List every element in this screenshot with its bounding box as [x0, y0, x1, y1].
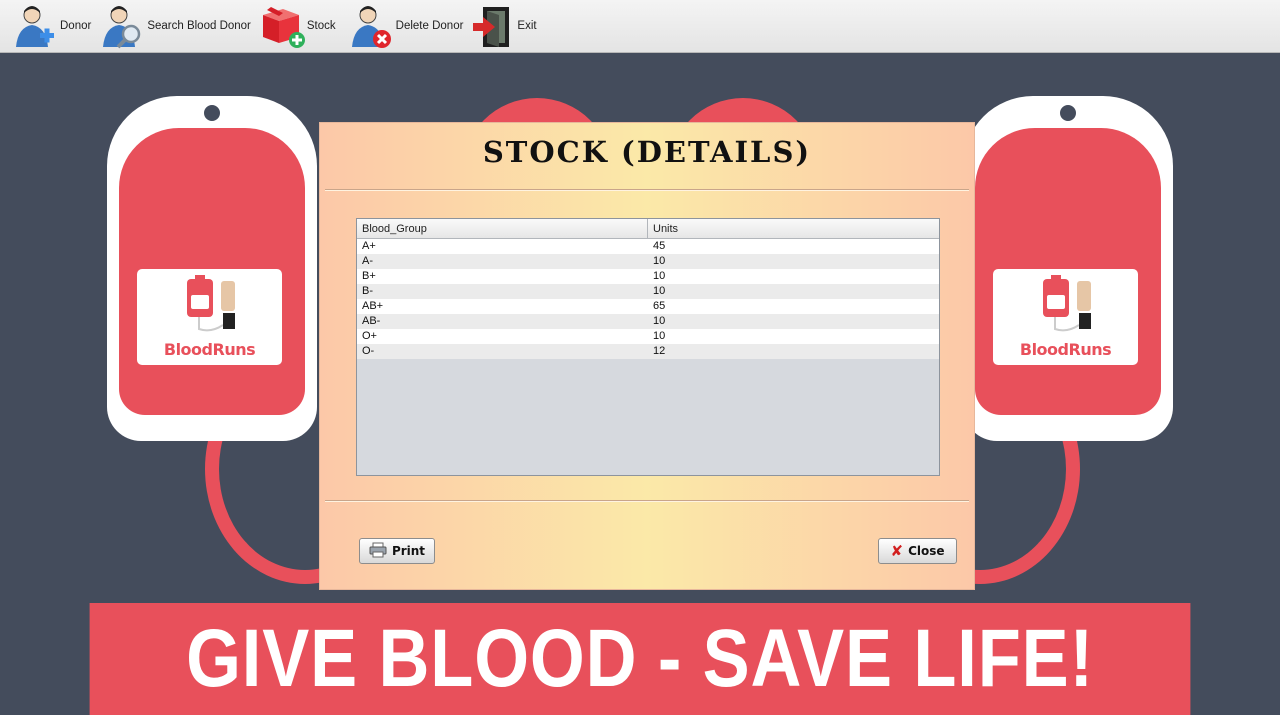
cell-units: 45 [653, 240, 666, 252]
stock-table[interactable]: Blood_Group Units A+ 45 A- 10 B+ 10 B- 10 AB… [356, 218, 940, 476]
close-button[interactable]: ✘ Close [878, 538, 957, 564]
cell-blood-group: O- [362, 345, 375, 357]
exit-label: Exit [517, 20, 537, 32]
search-blood-donor-label: Search Blood Donor [147, 20, 251, 32]
table-body: A+ 45 A- 10 B+ 10 B- 10 AB+ 65 AB- 10 O+ 10 O- 1… [357, 239, 939, 359]
search-user-icon [99, 3, 145, 49]
search-blood-donor-button[interactable]: Search Blood Donor [99, 2, 251, 50]
cell-blood-group: AB- [362, 315, 381, 327]
printer-icon [369, 542, 387, 561]
cell-blood-group: B+ [362, 270, 376, 282]
cell-blood-group: A- [362, 255, 373, 267]
delete-user-icon [348, 3, 394, 49]
exit-door-icon [469, 3, 515, 49]
exit-button[interactable]: Exit [469, 2, 537, 50]
table-row[interactable]: A+ 45 [357, 239, 939, 254]
add-user-icon [12, 3, 58, 49]
close-icon: ✘ [890, 542, 904, 560]
blood-bag-logo-icon [187, 275, 235, 332]
delete-donor-button[interactable]: Delete Donor [348, 2, 464, 50]
slogan-banner: GIVE BLOOD - SAVE LIFE! [89, 603, 1191, 715]
cell-units: 10 [653, 330, 666, 342]
print-label: Print [391, 544, 426, 558]
cell-units: 10 [653, 315, 666, 327]
cell-units: 10 [653, 270, 666, 282]
blood-bag-left: BloodRuns [107, 96, 317, 441]
table-row[interactable]: AB+ 65 [357, 299, 939, 314]
donor-button[interactable]: Donor [12, 2, 91, 50]
top-divider [325, 189, 969, 191]
cell-units: 65 [653, 300, 666, 312]
donor-label: Donor [60, 20, 92, 32]
brand-name: BloodRuns [1019, 340, 1112, 359]
cell-blood-group: B- [362, 285, 373, 297]
table-row[interactable]: O+ 10 [357, 329, 939, 344]
stock-box-icon [259, 3, 305, 49]
print-button[interactable]: Print [359, 538, 435, 564]
brand-name: BloodRuns [163, 340, 256, 359]
stock-details-dialog: STOCK (DETAILS) Blood_Group Units A+ 45 A… [319, 122, 975, 590]
table-row[interactable]: O- 12 [357, 344, 939, 359]
table-row[interactable]: B+ 10 [357, 269, 939, 284]
table-row[interactable]: B- 10 [357, 284, 939, 299]
table-row[interactable]: AB- 10 [357, 314, 939, 329]
cell-blood-group: A+ [362, 240, 376, 252]
table-header: Blood_Group Units [357, 219, 939, 239]
stock-label: Stock [306, 20, 336, 32]
cell-blood-group: AB+ [362, 300, 384, 312]
bag-label: BloodRuns [993, 269, 1138, 365]
column-header-units[interactable]: Units [648, 219, 683, 238]
bottom-divider [325, 500, 969, 502]
blood-bag-logo-icon [1043, 275, 1091, 332]
bag-hanger-hole [201, 102, 223, 124]
cell-units: 10 [653, 285, 666, 297]
bag-hanger-hole [1057, 102, 1079, 124]
stock-button[interactable]: Stock [259, 2, 336, 50]
cell-units: 10 [653, 255, 666, 267]
delete-donor-label: Delete Donor [395, 20, 464, 32]
blood-bag-right: BloodRuns [963, 96, 1173, 441]
cell-blood-group: O+ [362, 330, 377, 342]
toolbar: Donor Search Blood Donor Stock Delete Do… [0, 0, 1280, 53]
column-header-blood-group[interactable]: Blood_Group [357, 219, 648, 238]
cell-units: 12 [653, 345, 666, 357]
table-row[interactable]: A- 10 [357, 254, 939, 269]
close-label: Close [908, 544, 945, 558]
bag-label: BloodRuns [137, 269, 282, 365]
dialog-title: STOCK (DETAILS) [482, 135, 812, 169]
